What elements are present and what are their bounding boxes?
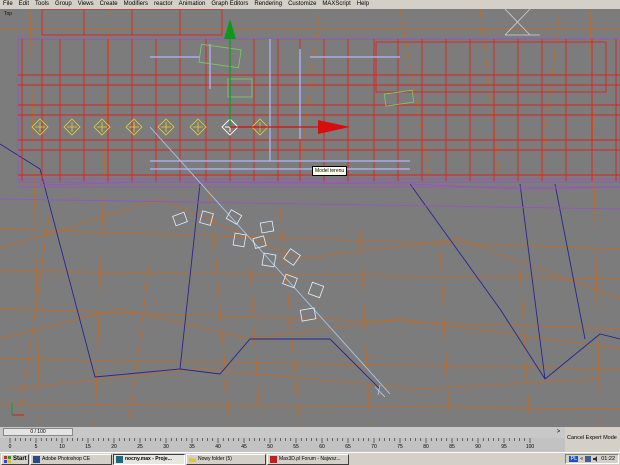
menu-reactor[interactable]: reactor bbox=[151, 0, 176, 9]
taskbar-folder[interactable]: Nowy folder (5) bbox=[186, 453, 266, 465]
menu-graph-editors[interactable]: Graph Editors bbox=[208, 0, 251, 9]
menu-group[interactable]: Group bbox=[52, 0, 75, 9]
browser-icon bbox=[270, 455, 277, 463]
menu-help[interactable]: Help bbox=[354, 0, 372, 9]
tick-label: 25 bbox=[137, 444, 143, 450]
menu-views[interactable]: Views bbox=[75, 0, 97, 9]
start-button[interactable]: Start bbox=[1, 453, 29, 465]
tick-label: 100 bbox=[525, 444, 535, 450]
tick-label: 75 bbox=[397, 444, 403, 450]
taskbar-photoshop[interactable]: Adobe Photoshop CE bbox=[30, 453, 112, 465]
tick-label: 95 bbox=[501, 444, 507, 450]
menu-tools[interactable]: Tools bbox=[32, 0, 52, 9]
network-icon[interactable] bbox=[585, 456, 592, 462]
language-indicator[interactable]: PL bbox=[569, 456, 579, 462]
volume-icon[interactable] bbox=[593, 456, 599, 462]
target-line bbox=[149, 126, 391, 395]
tick-label: 0 bbox=[8, 444, 12, 450]
tick-label: 5 bbox=[34, 444, 38, 450]
3dsmax-icon bbox=[116, 455, 123, 463]
tick-label: 15 bbox=[85, 444, 91, 450]
tick-label: 35 bbox=[189, 444, 195, 450]
object-tooltip: Model terenu bbox=[312, 166, 348, 176]
menu-rendering[interactable]: Rendering bbox=[251, 0, 285, 9]
windows-logo-icon bbox=[4, 455, 11, 463]
viewport-label[interactable]: Top bbox=[4, 11, 12, 17]
menu-customize[interactable]: Customize bbox=[285, 0, 319, 9]
taskbar-button-label: nocny.max - Proje... bbox=[125, 456, 172, 462]
taskbar-browser[interactable]: Max3D.pl Forum - Najwsz... bbox=[267, 453, 349, 465]
time-slider[interactable]: 0 / 100 > bbox=[0, 427, 565, 438]
viewport-scene bbox=[0, 9, 620, 427]
tray-arrow-icon[interactable]: « bbox=[580, 456, 583, 462]
tick-label: 40 bbox=[215, 444, 221, 450]
tick-label: 50 bbox=[267, 444, 273, 450]
move-gizmo[interactable] bbox=[224, 19, 350, 134]
menu-modifiers[interactable]: Modifiers bbox=[121, 0, 151, 9]
menu-file[interactable]: File bbox=[0, 0, 16, 9]
photoshop-icon bbox=[33, 455, 40, 463]
time-slider-thumb[interactable]: 0 / 100 bbox=[3, 428, 73, 436]
track-bar[interactable]: 0 5 10 15 20 25 30 35 40 45 50 55 60 65 … bbox=[0, 438, 565, 452]
tick-label: 65 bbox=[345, 444, 351, 450]
menu-create[interactable]: Create bbox=[97, 0, 121, 9]
tick-label: 10 bbox=[59, 444, 65, 450]
building-outline bbox=[0, 38, 620, 210]
taskbar-button-label: Max3D.pl Forum - Najwsz... bbox=[279, 456, 341, 462]
tick-label: 80 bbox=[423, 444, 429, 450]
folder-icon bbox=[189, 457, 196, 462]
tick-label: 20 bbox=[111, 444, 117, 450]
windows-taskbar: Start Adobe Photoshop CE nocny.max - Pro… bbox=[0, 452, 620, 465]
menu-edit[interactable]: Edit bbox=[16, 0, 32, 9]
taskbar-button-label: Adobe Photoshop CE bbox=[42, 456, 91, 462]
start-label: Start bbox=[13, 456, 27, 462]
tick-label: 60 bbox=[319, 444, 325, 450]
status-panel: Cancel Expert Mode bbox=[565, 427, 620, 452]
tick-label: 45 bbox=[241, 444, 247, 450]
cancel-expert-mode-button[interactable]: Cancel Expert Mode bbox=[567, 435, 617, 441]
time-slider-next-button[interactable]: > bbox=[554, 428, 563, 436]
tick-label: 70 bbox=[371, 444, 377, 450]
terrain-outline bbox=[0, 143, 620, 390]
menu-animation[interactable]: Animation bbox=[176, 0, 209, 9]
tick-label: 85 bbox=[449, 444, 455, 450]
roof-structure bbox=[504, 9, 540, 36]
tick-label: 90 bbox=[475, 444, 481, 450]
menu-maxscript[interactable]: MAXScript bbox=[319, 0, 353, 9]
menu-bar: File Edit Tools Group Views Create Modif… bbox=[0, 0, 620, 9]
tick-label: 30 bbox=[163, 444, 169, 450]
top-viewport[interactable]: Top Model terenu bbox=[0, 9, 620, 427]
taskbar-3dsmax[interactable]: nocny.max - Proje... bbox=[113, 453, 185, 465]
clock: 01:22 bbox=[601, 456, 615, 462]
terrain-wireframe bbox=[0, 9, 620, 427]
taskbar-button-label: Nowy folder (5) bbox=[198, 456, 232, 462]
system-tray: PL « 01:22 bbox=[565, 454, 619, 464]
interior-lines bbox=[150, 39, 410, 170]
tick-label: 55 bbox=[293, 444, 299, 450]
